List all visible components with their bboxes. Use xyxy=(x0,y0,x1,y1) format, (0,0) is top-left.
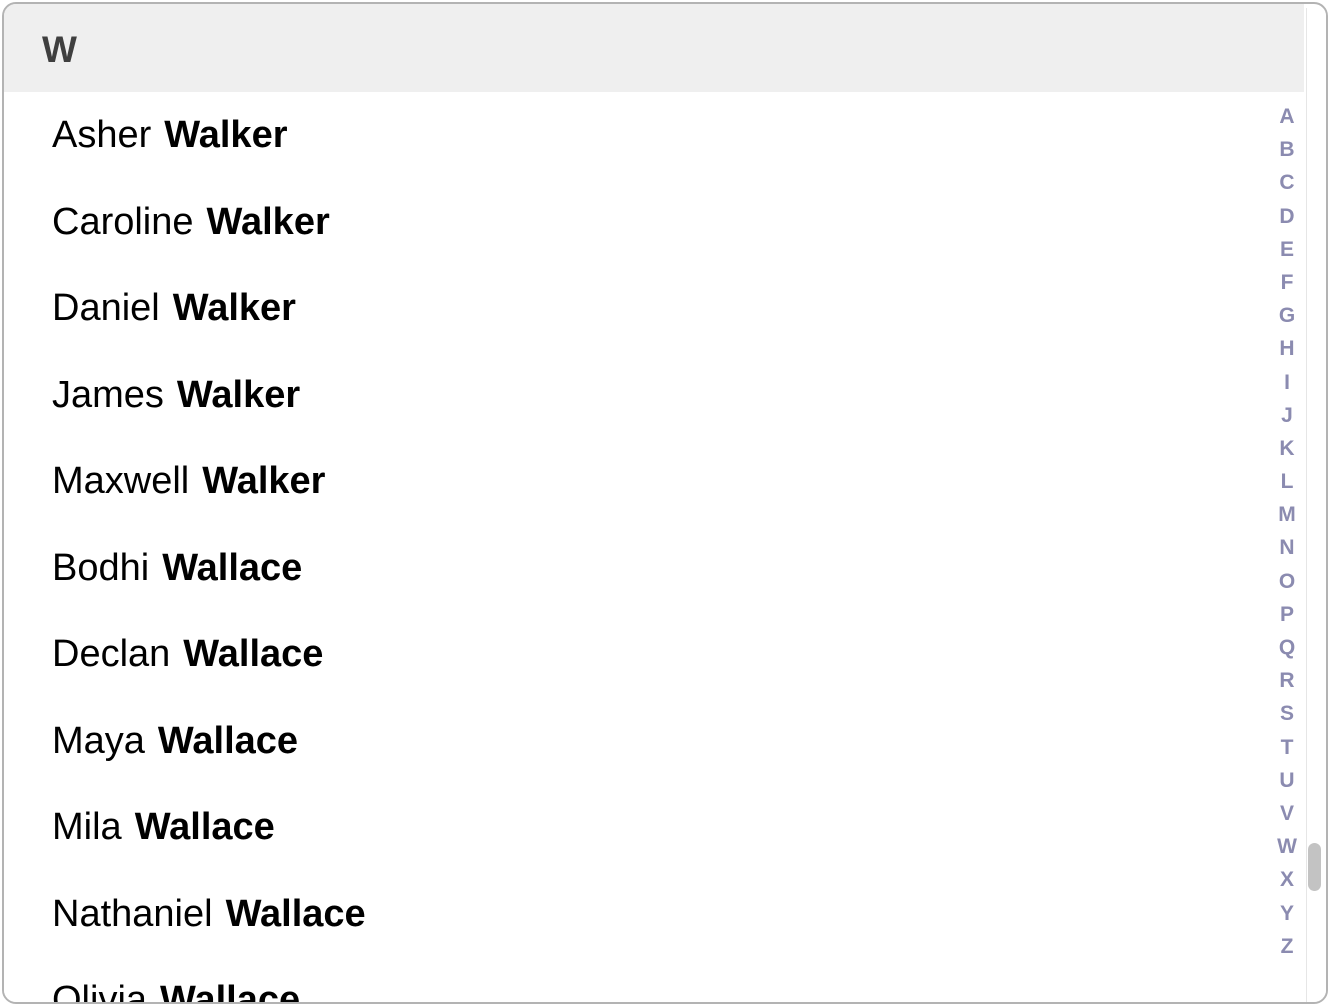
contact-first-name: Mila xyxy=(52,806,122,849)
alphabet-index-letter-h[interactable]: H xyxy=(1274,332,1300,365)
alphabet-index-letter-l[interactable]: L xyxy=(1274,465,1300,498)
contact-last-name: Walker xyxy=(206,200,330,243)
contact-first-name: Maxwell xyxy=(52,460,190,503)
alphabet-index-letter-o[interactable]: O xyxy=(1274,565,1300,598)
contact-row[interactable]: Olivia Wallace xyxy=(4,957,1304,1004)
contact-last-name: Walker xyxy=(164,114,288,157)
contact-row[interactable]: Daniel Walker xyxy=(4,265,1304,352)
contacts-panel: W Asher Walker Caroline Walker Daniel Walker J… xyxy=(2,2,1328,1004)
alphabet-index-letter-a[interactable]: A xyxy=(1274,100,1300,133)
alphabet-index-letter-c[interactable]: C xyxy=(1274,166,1300,199)
contact-row[interactable]: Maxwell Walker xyxy=(4,438,1304,525)
contact-first-name: Caroline xyxy=(52,200,194,243)
alphabet-index-letter-q[interactable]: Q xyxy=(1274,631,1300,664)
alphabet-index-letter-y[interactable]: Y xyxy=(1274,897,1300,930)
contact-last-name: Walker xyxy=(176,373,301,416)
contact-first-name: Daniel xyxy=(52,287,160,330)
section-header-letter: W xyxy=(42,29,77,70)
alphabet-index-letter-b[interactable]: B xyxy=(1274,133,1300,166)
contact-row[interactable]: Declan Wallace xyxy=(4,611,1304,698)
contact-last-name: Wallace xyxy=(160,979,301,1004)
contacts-app: W Asher Walker Caroline Walker Daniel Walker J… xyxy=(0,0,1334,1008)
contacts-list: Asher Walker Caroline Walker Daniel Walker Jam… xyxy=(4,92,1304,1004)
contact-last-name: Wallace xyxy=(225,892,366,935)
contact-row[interactable]: Bodhi Wallace xyxy=(4,525,1304,612)
section-header-w: W xyxy=(4,4,1304,92)
alphabet-index-letter-p[interactable]: P xyxy=(1274,598,1300,631)
alphabet-index-letter-j[interactable]: J xyxy=(1274,399,1300,432)
alphabet-index-letter-t[interactable]: T xyxy=(1274,731,1300,764)
contact-last-name: Wallace xyxy=(157,719,299,762)
contact-last-name: Wallace xyxy=(162,546,303,589)
contact-first-name: James xyxy=(52,373,164,416)
alphabet-index-letter-n[interactable]: N xyxy=(1274,531,1300,564)
contact-last-name: Walker xyxy=(172,287,296,330)
contact-first-name: Bodhi xyxy=(52,546,150,589)
alphabet-index-letter-i[interactable]: I xyxy=(1274,366,1300,399)
alphabet-index-letter-m[interactable]: M xyxy=(1274,498,1300,531)
contact-row[interactable]: Asher Walker xyxy=(4,92,1304,179)
scrollbar-thumb[interactable] xyxy=(1308,843,1321,891)
contact-first-name: Asher xyxy=(52,114,152,157)
contact-last-name: Wallace xyxy=(134,806,275,849)
alphabet-index-letter-k[interactable]: K xyxy=(1274,432,1300,465)
alphabet-index-letter-u[interactable]: U xyxy=(1274,764,1300,797)
contact-row[interactable]: Maya Wallace xyxy=(4,698,1304,785)
alphabet-index-letter-e[interactable]: E xyxy=(1274,233,1300,266)
alphabet-index-letter-v[interactable]: V xyxy=(1274,797,1300,830)
contacts-list-viewport[interactable]: Asher Walker Caroline Walker Daniel Walker Jam… xyxy=(4,92,1304,1004)
contact-last-name: Walker xyxy=(202,460,326,503)
alphabet-index-letter-r[interactable]: R xyxy=(1274,664,1300,697)
contact-row[interactable]: James Walker xyxy=(4,352,1304,439)
contact-first-name: Olivia xyxy=(52,979,148,1004)
alphabet-index-letter-f[interactable]: F xyxy=(1274,266,1300,299)
contact-first-name: Maya xyxy=(52,719,145,762)
alphabet-index-letter-d[interactable]: D xyxy=(1274,200,1300,233)
contact-row[interactable]: Caroline Walker xyxy=(4,179,1304,266)
contact-first-name: Nathaniel xyxy=(52,892,213,935)
alphabet-index-letter-x[interactable]: X xyxy=(1274,863,1300,896)
contact-row[interactable]: Nathaniel Wallace xyxy=(4,871,1304,958)
alphabet-index[interactable]: ABCDEFGHIJKLMNOPQRSTUVWXYZ xyxy=(1274,100,1300,963)
alphabet-index-letter-w[interactable]: W xyxy=(1274,830,1300,863)
contact-first-name: Declan xyxy=(52,633,171,676)
alphabet-index-letter-g[interactable]: G xyxy=(1274,299,1300,332)
contact-last-name: Wallace xyxy=(183,633,324,676)
alphabet-index-letter-s[interactable]: S xyxy=(1274,697,1300,730)
alphabet-index-letter-z[interactable]: Z xyxy=(1274,930,1300,963)
contact-row[interactable]: Mila Wallace xyxy=(4,784,1304,871)
